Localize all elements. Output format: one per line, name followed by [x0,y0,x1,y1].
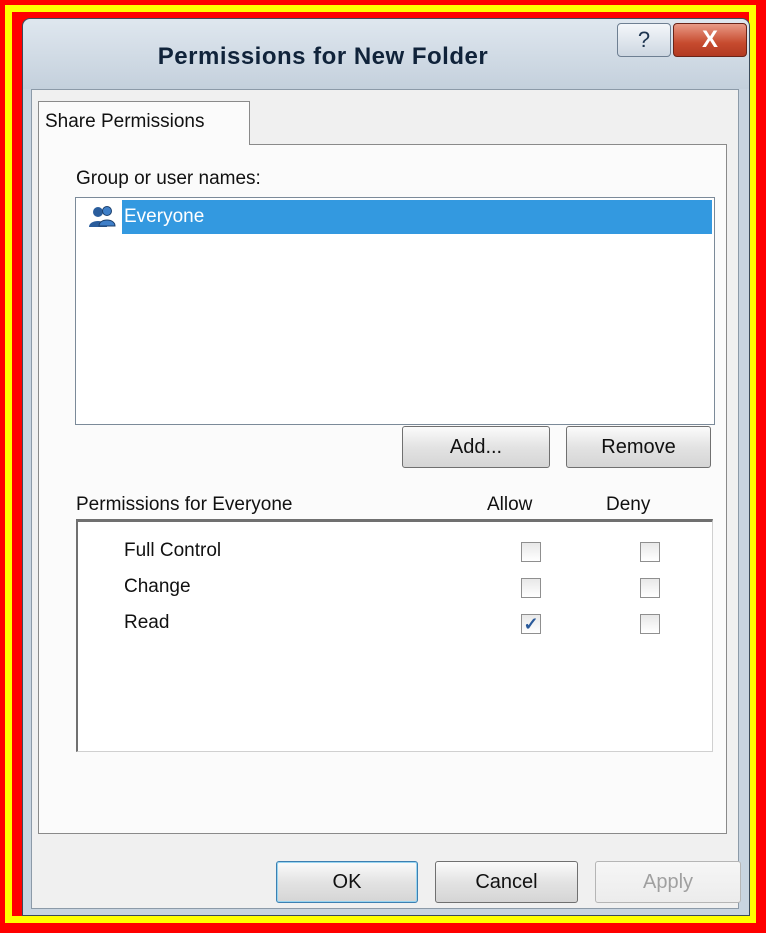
add-button[interactable]: Add... [402,426,550,468]
permissions-for-label: Permissions for Everyone [76,494,293,515]
list-item-everyone[interactable]: Everyone [78,200,712,234]
permission-row-change: Change [78,572,712,604]
permission-row-read: Read ✓ [78,608,712,640]
permission-name: Full Control [124,540,222,561]
allow-checkbox-change[interactable] [521,578,541,598]
title-bar[interactable]: Permissions for New Folder ? X [23,19,749,89]
deny-checkbox-change[interactable] [640,578,660,598]
permission-name: Change [124,576,191,597]
allow-checkbox-read[interactable]: ✓ [521,614,541,634]
permission-name: Read [124,612,170,633]
help-button[interactable]: ? [617,23,671,57]
allow-column-header: Allow [487,494,533,515]
allow-checkbox-full-control[interactable] [521,542,541,562]
deny-checkbox-full-control[interactable] [640,542,660,562]
deny-column-header: Deny [606,494,651,515]
group-user-names-label: Group or user names: [76,168,261,189]
user-name-everyone: Everyone [122,200,712,234]
close-button[interactable]: X [673,23,747,57]
user-list[interactable]: Everyone [75,197,715,425]
permissions-list: Full Control Change Read ✓ [76,519,713,752]
deny-checkbox-read[interactable] [640,614,660,634]
cancel-button[interactable]: Cancel [435,861,578,903]
apply-button[interactable]: Apply [595,861,741,903]
permission-row-full-control: Full Control [78,536,712,568]
remove-button[interactable]: Remove [566,426,711,468]
dialog-title: Permissions for New Folder [157,43,489,70]
users-group-icon [89,206,116,227]
ok-button[interactable]: OK [276,861,418,903]
tab-share-permissions[interactable]: Share Permissions [38,101,250,145]
